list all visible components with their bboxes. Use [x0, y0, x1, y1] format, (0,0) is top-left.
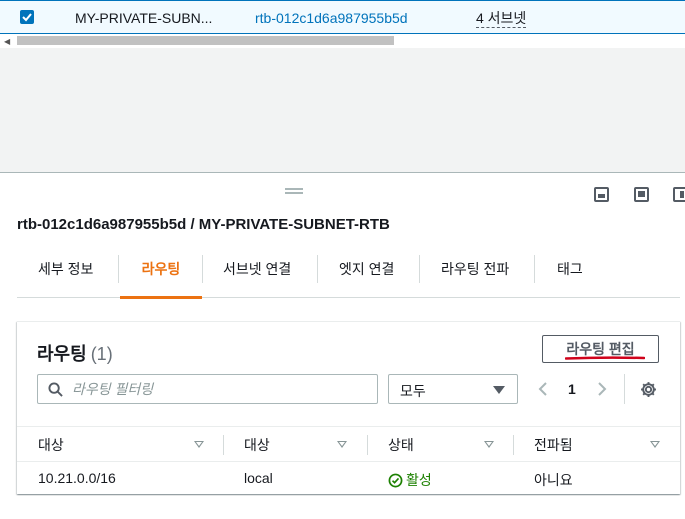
check-icon — [22, 13, 32, 22]
panel-side-position-icon[interactable] — [673, 187, 685, 202]
column-divider[interactable] — [223, 435, 224, 455]
tab-edge-associations[interactable]: 엣지 연결 — [339, 253, 394, 298]
previous-page-icon[interactable] — [538, 382, 548, 396]
pagination-divider — [624, 374, 625, 404]
sort-icon[interactable] — [650, 441, 660, 448]
subnet-associations-count[interactable]: 4 서브넷 — [476, 10, 527, 28]
route-target: local — [244, 470, 273, 486]
route-table-id-link[interactable]: rtb-012c1d6a987955b5d — [255, 10, 408, 26]
column-divider[interactable] — [513, 435, 514, 455]
scrollbar-thumb[interactable] — [17, 36, 394, 45]
tab-routes[interactable]: 라우팅 — [120, 253, 202, 299]
tab-bar: 세부 정보 라우팅 서브넷 연결 엣지 연결 라우팅 전파 태그 — [17, 253, 680, 299]
route-status: 활성 — [388, 470, 432, 490]
route-filter[interactable] — [37, 374, 378, 404]
column-propagated[interactable]: 전파됨 — [534, 427, 573, 463]
routes-title: 라우팅 — [37, 344, 87, 364]
table-empty-area — [0, 48, 685, 172]
route-destination: 10.21.0.0/16 — [38, 470, 116, 486]
red-underline-annotation — [565, 356, 645, 360]
column-divider[interactable] — [367, 435, 368, 455]
scroll-left-icon[interactable]: ◀ — [4, 37, 10, 46]
horizontal-scrollbar[interactable]: ◀ — [0, 34, 685, 48]
tab-divider — [202, 255, 203, 283]
drag-handle-icon[interactable] — [285, 188, 303, 194]
routes-count: (1) — [90, 344, 113, 364]
route-table-name: MY-PRIVATE-SUBN... — [75, 10, 213, 26]
next-page-icon[interactable] — [597, 382, 607, 396]
tab-divider — [534, 255, 535, 283]
caret-down-icon — [493, 386, 505, 394]
split-panel: rtb-012c1d6a987955b5d / MY-PRIVATE-SUBNE… — [0, 172, 685, 519]
row-checkbox[interactable] — [20, 10, 34, 24]
routes-heading: 라우팅 (1) — [37, 340, 113, 366]
column-status[interactable]: 상태 — [388, 427, 414, 463]
tab-route-propagation[interactable]: 라우팅 전파 — [441, 253, 509, 298]
current-page[interactable]: 1 — [568, 381, 576, 397]
sort-icon[interactable] — [337, 441, 347, 448]
sort-icon[interactable] — [484, 441, 494, 448]
tab-tags[interactable]: 태그 — [557, 253, 583, 298]
status-filter-select[interactable]: 모두 — [388, 374, 518, 404]
sort-icon[interactable] — [194, 441, 204, 448]
routes-container: 라우팅(1) 라우팅 편집 모두 1 대상 대상 상태 — [17, 321, 680, 494]
tab-divider — [118, 255, 119, 283]
search-icon — [48, 382, 63, 397]
success-check-icon — [388, 473, 403, 488]
tab-divider — [317, 255, 318, 283]
panel-bottom-position-icon[interactable] — [594, 187, 609, 202]
tab-subnet-associations[interactable]: 서브넷 연결 — [223, 253, 291, 298]
column-destination[interactable]: 대상 — [38, 427, 64, 463]
status-filter-value: 모두 — [400, 383, 426, 399]
routes-table-header: 대상 대상 상태 전파됨 — [17, 426, 680, 462]
column-target[interactable]: 대상 — [244, 427, 270, 463]
route-filter-input[interactable] — [72, 380, 362, 398]
panel-title: rtb-012c1d6a987955b5d / MY-PRIVATE-SUBNE… — [17, 216, 390, 233]
route-propagated: 아니요 — [534, 472, 573, 488]
table-row: 10.21.0.0/16 local 활성 아니요 — [17, 462, 680, 494]
gear-icon[interactable] — [640, 381, 657, 398]
tab-details[interactable]: 세부 정보 — [38, 253, 93, 298]
panel-maximize-icon[interactable] — [634, 187, 649, 202]
selected-route-table-row[interactable]: MY-PRIVATE-SUBN... rtb-012c1d6a987955b5d… — [0, 0, 685, 34]
route-status-label: 활성 — [406, 472, 432, 488]
tab-divider — [419, 255, 420, 283]
